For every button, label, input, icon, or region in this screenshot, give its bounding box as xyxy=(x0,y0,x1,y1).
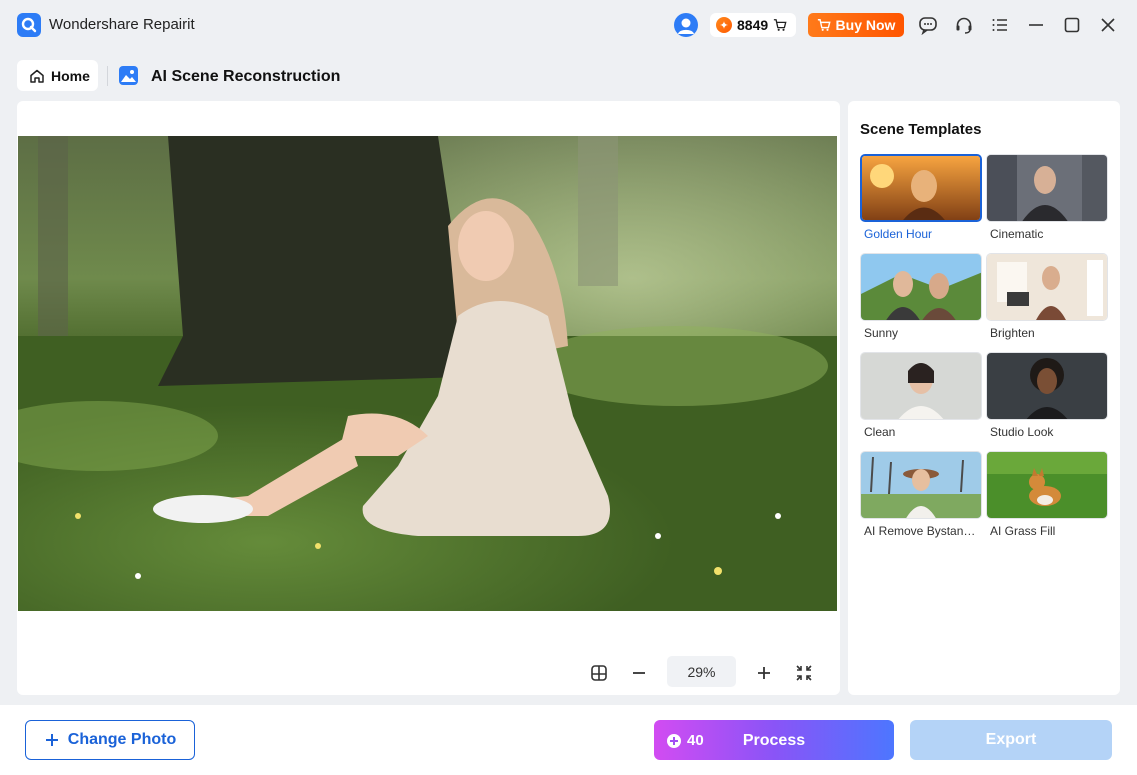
change-photo-label: Change Photo xyxy=(67,731,177,748)
cart-icon xyxy=(774,19,787,31)
bottom-action-bar: Change Photo 40 Process Export xyxy=(0,705,1137,775)
templates-title: Scene Templates xyxy=(860,121,982,138)
template-thumbnail xyxy=(986,352,1108,420)
app-logo-icon xyxy=(17,13,41,37)
credits-badge[interactable]: ✦ 8849 xyxy=(710,13,796,37)
home-label: Home xyxy=(51,67,90,84)
canvas-panel: 29% xyxy=(17,101,840,695)
change-photo-button[interactable]: Change Photo xyxy=(25,720,195,760)
buy-now-button[interactable]: Buy Now xyxy=(808,13,904,37)
template-clean[interactable]: Clean xyxy=(860,352,982,439)
scene-templates-panel: Scene Templates Golden Hour Cinematic Su… xyxy=(848,101,1120,695)
process-label: Process xyxy=(742,732,806,749)
template-label: Golden Hour xyxy=(864,227,933,241)
template-studio-look[interactable]: Studio Look xyxy=(986,352,1108,439)
nav-divider xyxy=(107,66,108,86)
template-label: AI Remove Bystand... xyxy=(864,524,978,538)
minimize-icon[interactable] xyxy=(1026,15,1046,35)
zoom-in-icon[interactable] xyxy=(753,662,775,684)
fit-screen-icon[interactable] xyxy=(793,662,815,684)
export-label: Export xyxy=(985,731,1037,748)
template-thumbnail xyxy=(986,154,1108,222)
menu-list-icon[interactable] xyxy=(990,15,1010,35)
zoom-toolbar: 29% xyxy=(17,656,840,688)
template-thumbnail xyxy=(860,253,982,321)
scene-image-icon xyxy=(119,66,138,85)
template-label: Cinematic xyxy=(990,227,1044,241)
zoom-out-icon[interactable] xyxy=(628,662,650,684)
title-bar: Wondershare Repairit ✦ 8849 Buy Now xyxy=(0,0,1137,50)
template-thumbnail xyxy=(986,451,1108,519)
template-label: Sunny xyxy=(864,326,899,340)
cart-icon xyxy=(817,19,831,31)
compare-split-icon[interactable] xyxy=(588,662,610,684)
coin-icon: ✦ xyxy=(716,17,732,33)
support-headset-icon[interactable] xyxy=(954,15,974,35)
maximize-icon[interactable] xyxy=(1062,15,1082,35)
template-thumbnail xyxy=(860,352,982,420)
template-cinematic[interactable]: Cinematic xyxy=(986,154,1108,241)
plus-icon xyxy=(45,734,58,746)
template-label: Brighten xyxy=(990,326,1035,340)
template-label: Studio Look xyxy=(990,425,1054,439)
template-sunny[interactable]: Sunny xyxy=(860,253,982,340)
template-label: AI Grass Fill xyxy=(990,524,1056,538)
credits-count: 8849 xyxy=(737,17,769,33)
template-ai-grass-fill[interactable]: AI Grass Fill xyxy=(986,451,1108,538)
page-title: AI Scene Reconstruction xyxy=(151,68,341,85)
template-label: Clean xyxy=(864,425,896,439)
home-button[interactable]: Home xyxy=(17,60,98,91)
buy-now-label: Buy Now xyxy=(835,17,896,33)
export-button[interactable]: Export xyxy=(910,720,1112,760)
feedback-icon[interactable] xyxy=(918,15,938,35)
user-avatar-icon[interactable] xyxy=(674,13,698,37)
template-thumbnail xyxy=(860,451,982,519)
template-brighten[interactable]: Brighten xyxy=(986,253,1108,340)
close-icon[interactable] xyxy=(1098,15,1118,35)
template-thumbnail xyxy=(986,253,1108,321)
template-ai-remove-bystanders[interactable]: AI Remove Bystand... xyxy=(860,451,982,538)
zoom-level: 29% xyxy=(667,656,736,687)
preview-photo[interactable] xyxy=(18,136,837,611)
home-icon xyxy=(30,69,44,83)
template-golden-hour[interactable]: Golden Hour xyxy=(860,154,982,241)
process-button[interactable]: 40 Process xyxy=(654,720,894,760)
template-thumbnail xyxy=(860,154,982,222)
app-title: Wondershare Repairit xyxy=(49,16,195,33)
